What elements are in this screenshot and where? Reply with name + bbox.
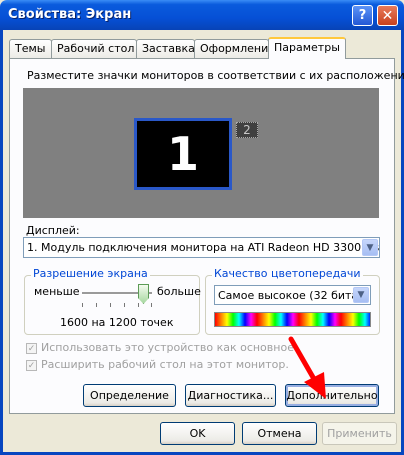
- ok-button[interactable]: OK: [160, 422, 235, 445]
- display-properties-window: Свойства: Экран ? ✕ Темы Рабочий стол За…: [0, 0, 404, 455]
- primary-device-checkbox[interactable]: ✓ Использовать это устройство как основно…: [26, 341, 297, 354]
- resolution-more-label: больше: [157, 285, 201, 298]
- tab-appearance[interactable]: Оформление: [194, 39, 275, 58]
- title-bar[interactable]: Свойства: Экран ? ✕: [0, 0, 404, 30]
- tab-themes[interactable]: Темы: [9, 39, 52, 58]
- tab-desktop[interactable]: Рабочий стол: [51, 39, 137, 58]
- tab-screensaver[interactable]: Заставка: [136, 39, 195, 58]
- monitor-1-icon[interactable]: 1: [134, 118, 232, 190]
- color-quality-group-title: Качество цветопередачи: [212, 267, 363, 280]
- instructions-text: Разместите значки мониторов в соответств…: [27, 69, 404, 82]
- color-quality-value: Самое высокое (32 бита): [218, 289, 363, 302]
- tab-settings[interactable]: Параметры: [268, 37, 346, 59]
- display-select-value: 1. Модуль подключения монитора на ATI Ra…: [27, 241, 380, 254]
- slider-tick: [124, 303, 125, 307]
- resolution-group-title: Разрешение экрана: [31, 267, 150, 280]
- slider-tick: [110, 303, 111, 307]
- monitor-2-icon[interactable]: 2: [236, 122, 258, 138]
- color-spectrum-bar: [214, 312, 371, 327]
- close-icon: ✕: [381, 7, 394, 24]
- window-title: Свойства: Экран: [8, 7, 132, 22]
- close-button[interactable]: ✕: [377, 5, 398, 26]
- slider-tick: [96, 303, 97, 307]
- extend-desktop-label: Расширить рабочий стол на этот монитор.: [41, 358, 289, 371]
- extend-desktop-checkbox[interactable]: ✓ Расширить рабочий стол на этот монитор.: [26, 358, 289, 371]
- color-quality-select[interactable]: Самое высокое (32 бита) ▼: [214, 285, 371, 305]
- display-label: Дисплей:: [26, 224, 80, 237]
- chevron-down-icon[interactable]: ▼: [353, 287, 369, 303]
- primary-device-label: Использовать это устройство как основное…: [41, 341, 298, 354]
- slider-tick: [151, 303, 152, 307]
- apply-button[interactable]: Применить: [322, 422, 397, 445]
- checkmark-icon: ✓: [26, 359, 37, 371]
- cancel-button[interactable]: Отмена: [242, 422, 317, 445]
- help-icon: ?: [358, 8, 367, 23]
- diagnostics-button[interactable]: Диагностика...: [185, 384, 276, 407]
- slider-tick: [82, 303, 83, 307]
- identify-button[interactable]: Определение: [83, 384, 176, 407]
- slider-tick: [138, 303, 139, 307]
- window-frame-left: [0, 30, 3, 455]
- checkmark-icon: ✓: [26, 342, 37, 354]
- resolution-value: 1600 на 1200 точек: [60, 316, 174, 329]
- help-button[interactable]: ?: [352, 5, 373, 26]
- chevron-down-icon[interactable]: ▼: [362, 239, 378, 256]
- display-select[interactable]: 1. Модуль подключения монитора на ATI Ra…: [23, 237, 380, 258]
- advanced-button[interactable]: Дополнительно: [285, 384, 379, 407]
- resolution-less-label: меньше: [34, 285, 80, 298]
